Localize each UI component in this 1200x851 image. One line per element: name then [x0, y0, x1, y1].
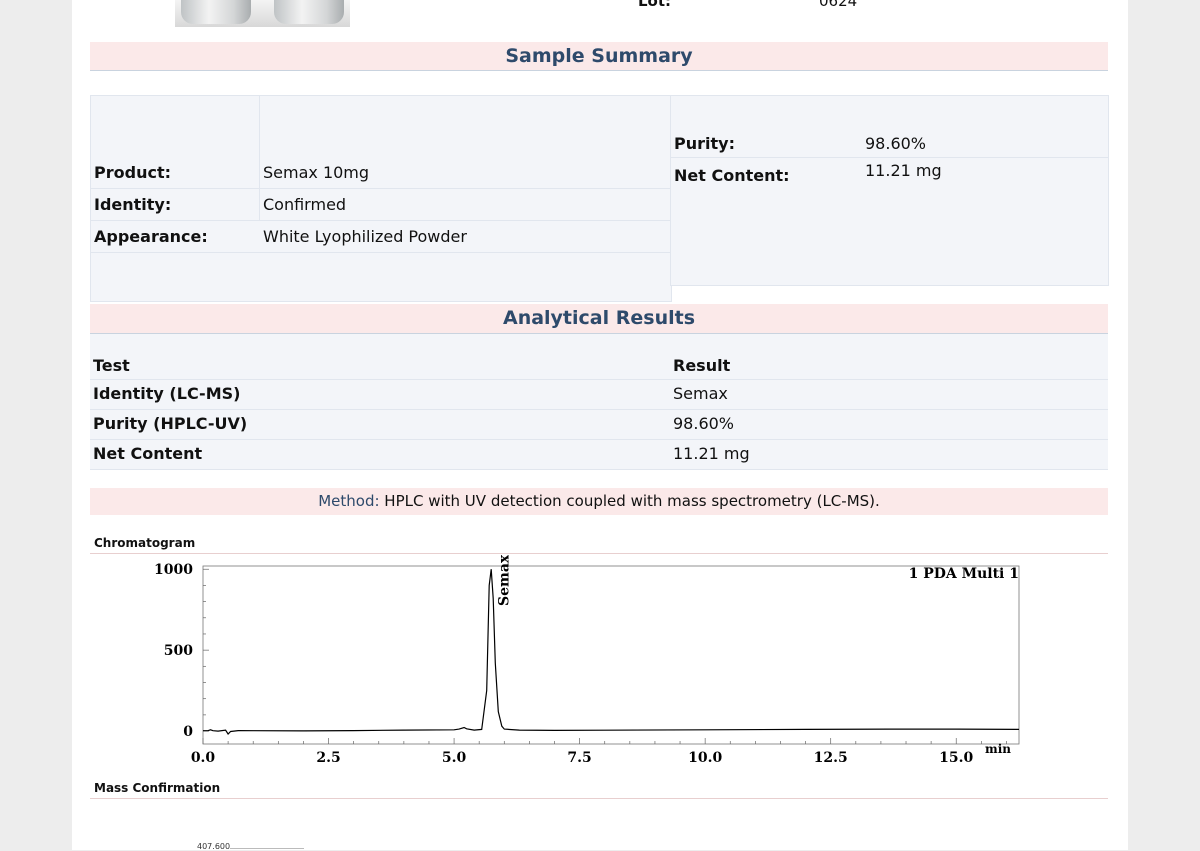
- summary-value: 98.60%: [865, 134, 927, 153]
- summary-left-panel: Product: Semax 10mg Identity: Confirmed …: [90, 95, 672, 302]
- summary-row-purity: Purity: 98.60%: [671, 126, 1108, 157]
- x-tick-label: 12.5: [814, 750, 848, 766]
- axis-ticks: [202, 568, 1007, 744]
- results-test: Purity (HPLC-UV): [93, 414, 248, 433]
- summary-row-identity: Identity: Confirmed: [91, 189, 671, 221]
- x-tick-label: 0.0: [191, 750, 216, 766]
- summary-value: White Lyophilized Powder: [263, 227, 467, 246]
- y-tick-label: 500: [164, 643, 193, 659]
- table-row: Purity (HPLC-UV) 98.60%: [90, 410, 1108, 440]
- vial-left: [181, 0, 251, 24]
- lot-value: 0624: [819, 0, 858, 10]
- x-tick-label: 5.0: [442, 750, 467, 766]
- lot-label: Lot:: [638, 0, 672, 10]
- summary-label: Net Content:: [674, 166, 790, 185]
- summary-value: Confirmed: [263, 195, 347, 214]
- mass-spectrum-axis: [230, 848, 304, 849]
- summary-label: Identity:: [94, 195, 172, 214]
- x-tick-label: 7.5: [567, 750, 591, 766]
- summary-right-panel: Purity: 98.60% Net Content: 11.21 mg: [670, 95, 1109, 286]
- x-tick-label: 10.0: [688, 750, 722, 766]
- vial-right: [274, 0, 344, 24]
- method-text: HPLC with UV detection coupled with mass…: [384, 492, 880, 510]
- summary-label: Appearance:: [94, 227, 208, 246]
- chromatogram-divider: [90, 553, 1108, 554]
- chart-legend: 1 PDA Multi 1: [909, 566, 1019, 582]
- summary-row-net-content: Net Content: 11.21 mg: [671, 158, 1108, 189]
- chromatogram-title: Chromatogram: [94, 536, 196, 550]
- method-label: Method:: [318, 492, 380, 510]
- results-header-result: Result: [673, 356, 731, 375]
- summary-label: Product:: [94, 163, 171, 182]
- plot-frame: [202, 565, 1020, 745]
- summary-value: Semax 10mg: [263, 163, 370, 182]
- mass-confirmation-title: Mass Confirmation: [94, 781, 221, 795]
- chromatogram-trace: [203, 569, 1020, 735]
- y-tick-labels: 0 500 1000: [154, 562, 193, 740]
- results-value: 11.21 mg: [673, 444, 750, 463]
- table-row: Net Content 11.21 mg: [90, 440, 1108, 470]
- y-tick-label: 1000: [154, 562, 193, 578]
- chromatogram-chart: 0.0 2.5 5.0 7.5 10.0 12.5 15.0 0 500 1000 1 PDA …: [154, 555, 1020, 766]
- results-header-test: Test: [93, 356, 130, 375]
- results-value: Semax: [673, 384, 728, 403]
- results-test: Identity (LC-MS): [93, 384, 241, 403]
- table-row: Identity (LC-MS) Semax: [90, 380, 1108, 410]
- results-test: Net Content: [93, 444, 203, 463]
- x-tick-label: 15.0: [939, 750, 973, 766]
- x-tick-label: 2.5: [316, 750, 340, 766]
- summary-label: Purity:: [674, 134, 735, 153]
- summary-row-product: Product: Semax 10mg: [91, 157, 671, 189]
- analytical-results-table: Test Result Identity (LC-MS) Semax Purit…: [90, 334, 1108, 470]
- x-tick-labels: 0.0 2.5 5.0 7.5 10.0 12.5 15.0: [191, 750, 974, 766]
- peak-label: Semax: [497, 555, 513, 606]
- sample-summary-heading: Sample Summary: [90, 42, 1108, 71]
- y-tick-label: 0: [183, 724, 193, 740]
- summary-value: 11.21 mg: [865, 161, 942, 180]
- x-unit-label: min: [985, 742, 1011, 756]
- mass-divider: [90, 798, 1108, 799]
- results-header-row: Test Result: [90, 350, 1108, 380]
- report-page: Lot: 0624 Sample Summary Product: Semax …: [72, 0, 1128, 851]
- summary-row-appearance: Appearance: White Lyophilized Powder: [91, 221, 671, 253]
- analytical-results-heading: Analytical Results: [90, 304, 1108, 334]
- method-note: Method: HPLC with UV detection coupled w…: [90, 488, 1108, 515]
- results-value: 98.60%: [673, 414, 735, 433]
- product-vials-image: [175, 0, 350, 27]
